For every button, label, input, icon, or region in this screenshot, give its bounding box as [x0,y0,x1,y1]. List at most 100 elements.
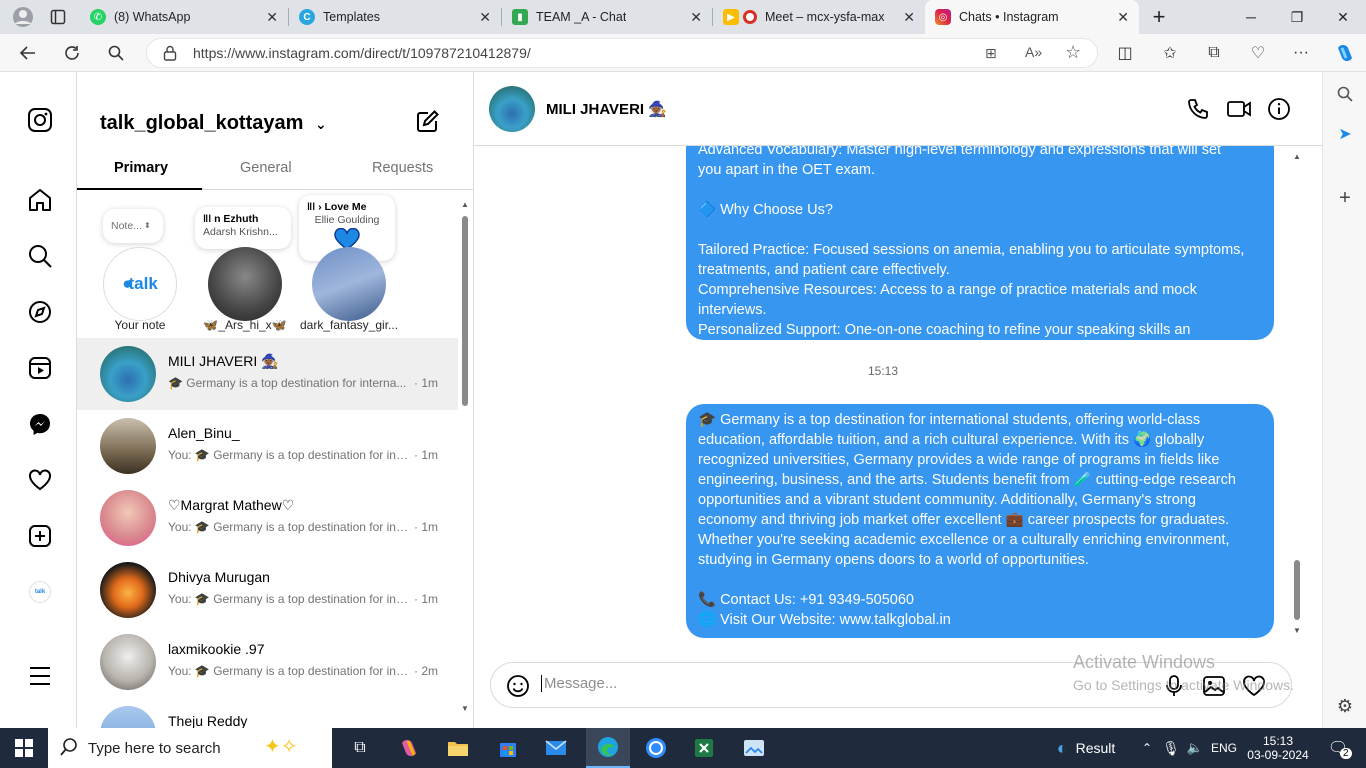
music-note-bubble[interactable]: ǁǀ n Ezhuth Adarsh Krishn... [195,207,291,249]
volume-icon[interactable]: 🔈 [1184,728,1206,768]
more-menu-icon[interactable] [26,662,54,690]
store-icon[interactable] [488,728,528,768]
restore-button[interactable]: ❐ [1274,0,1320,34]
browser-essentials-icon[interactable]: ♡ [1243,38,1273,68]
close-tab-icon[interactable]: ✕ [479,9,491,26]
back-button[interactable] [12,34,44,72]
minimize-button[interactable]: ─ [1228,0,1274,34]
scroll-down-icon[interactable]: ▼ [461,704,469,713]
new-message-button[interactable] [415,108,441,139]
task-view-icon[interactable]: ⧉ [342,728,378,768]
more-menu-icon[interactable]: ··· [1286,38,1316,68]
note-bubble[interactable]: Note... ⬍ [103,209,163,243]
favorites-icon[interactable]: ✩ [1155,38,1185,68]
clock[interactable]: 15:13 03-09-2024 [1242,728,1314,768]
list-item[interactable]: Theju Reddy [77,698,458,728]
close-tab-icon[interactable]: ✕ [903,9,915,26]
send-icon[interactable]: ➤ [1333,122,1357,146]
chat-title[interactable]: MILI JHAVERI 🧙🏾 [546,100,667,118]
message-bubble[interactable]: Advanced Vocabulary: Master high-level t… [686,146,1274,340]
tab-primary[interactable]: Primary [114,160,168,176]
emoji-icon[interactable] [504,672,532,700]
refresh-button[interactable] [56,34,88,72]
microphone-icon[interactable] [1160,672,1188,700]
tab-requests[interactable]: Requests [372,160,433,176]
profile-avatar[interactable]: talk [26,578,54,606]
scroll-down-icon[interactable]: ▼ [1293,626,1301,635]
close-window-button[interactable]: ✕ [1320,0,1366,34]
tab-instagram[interactable]: ◎ Chats • Instagram ✕ [925,0,1139,34]
scrollbar-thumb[interactable] [462,216,468,406]
avatar[interactable]: ● talk [103,247,177,321]
read-aloud-icon[interactable]: A» [1025,44,1042,60]
gallery-icon[interactable] [1200,672,1228,700]
explore-icon[interactable] [26,298,54,326]
video-call-icon[interactable] [1224,94,1254,124]
taskbar-search[interactable]: Type here to search ✦✧ [48,728,332,768]
tab-team-chat[interactable]: ▮ TEAM _A - Chat ✕ [502,0,712,34]
list-item[interactable]: Alen_Binu_ You: 🎓 Germany is a top desti… [77,410,458,482]
message-thread[interactable]: Advanced Vocabulary: Master high-level t… [474,146,1322,638]
apps-icon[interactable]: ⊞ [985,45,997,62]
list-item[interactable]: laxmikookie .97 You: 🎓 Germany is a top … [77,626,458,698]
tab-general[interactable]: General [240,160,292,176]
instagram-logo-icon[interactable] [26,106,54,134]
photos-app-icon[interactable] [734,728,774,768]
message-input[interactable] [541,675,1061,692]
copilot-icon[interactable] [1330,38,1360,68]
start-button[interactable] [0,728,48,768]
note-song-artist: Adarsh Krishn... [203,225,278,238]
mail-icon[interactable] [536,728,576,768]
edge-browser-icon[interactable] [586,728,630,768]
search-icon[interactable] [26,242,54,270]
lock-icon[interactable] [163,45,177,64]
add-icon[interactable]: + [1333,186,1357,210]
url-field[interactable]: https://www.instagram.com/direct/t/10978… [146,38,1098,68]
chat-scrollbar[interactable]: ▲ ▼ [1290,146,1304,638]
home-icon[interactable] [26,186,54,214]
scroll-up-icon[interactable]: ▲ [1293,152,1301,161]
list-item[interactable]: MILI JHAVERI 🧙🏾 🎓 Germany is a top desti… [77,338,458,410]
message-bubble[interactable]: 🎓 Germany is a top destination for inter… [686,404,1274,638]
language-indicator[interactable]: ENG [1208,728,1240,768]
scrollbar-thumb[interactable] [1294,560,1300,620]
settings-icon[interactable]: ⚙ [1333,694,1357,718]
avatar[interactable] [208,247,282,321]
search-icon[interactable] [1333,82,1357,106]
inbox-scrollbar[interactable]: ▲ ▼ [461,200,469,715]
avatar[interactable] [489,86,535,132]
file-explorer-icon[interactable] [438,728,478,768]
zoom-app-icon[interactable] [636,728,676,768]
account-switcher[interactable]: talk_global_kottayam ⌄ [100,112,327,135]
notification-center-button[interactable]: 🗨 2 [1318,728,1358,768]
search-button[interactable] [100,34,132,72]
create-icon[interactable] [26,522,54,550]
copilot-app-icon[interactable] [390,728,430,768]
show-hidden-icons[interactable]: ⌃ [1136,728,1158,768]
close-tab-icon[interactable]: ✕ [690,9,702,26]
avatar[interactable] [312,247,386,321]
tab-meet[interactable]: ▶ Meet – mcx-ysfa-max ✕ [713,0,925,34]
close-tab-icon[interactable]: ✕ [266,9,278,26]
close-tab-icon[interactable]: ✕ [1117,9,1129,26]
messenger-icon[interactable] [26,410,54,438]
split-screen-icon[interactable]: ◫ [1110,38,1140,68]
tab-actions-button[interactable] [42,0,80,34]
new-tab-button[interactable]: + [1139,0,1179,34]
profile-button[interactable] [0,0,42,34]
notifications-heart-icon[interactable] [26,466,54,494]
microphone-tray-icon[interactable]: 🎙 [1160,728,1182,768]
weather-widget[interactable]: ◐ Result [1046,728,1126,768]
tab-whatsapp[interactable]: ✆ (8) WhatsApp ✕ [80,0,288,34]
like-heart-icon[interactable] [1240,672,1268,700]
favorite-star-icon[interactable]: ☆ [1065,42,1081,63]
excel-icon[interactable] [684,728,724,768]
list-item[interactable]: ♡Margrat Mathew♡ You: 🎓 Germany is a top… [77,482,458,554]
reels-icon[interactable] [26,354,54,382]
info-icon[interactable] [1264,94,1294,124]
collections-icon[interactable]: ⧉ [1199,38,1229,68]
tab-templates[interactable]: C Templates ✕ [289,0,501,34]
voice-call-icon[interactable] [1183,94,1213,124]
list-item[interactable]: Dhivya Murugan You: 🎓 Germany is a top d… [77,554,458,626]
scroll-up-icon[interactable]: ▲ [461,200,469,209]
